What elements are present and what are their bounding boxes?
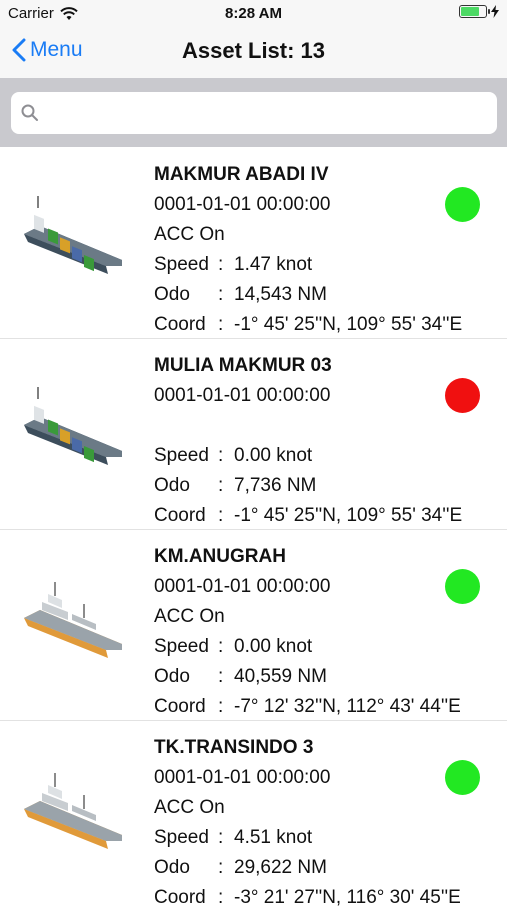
speed-label: Speed [154,445,209,466]
asset-info: MAKMUR ABADI IV 0001-01-01 00:00:00 ACC … [154,160,462,340]
asset-acc-status: ACC On [154,224,225,245]
asset-speed: Speed: 4.51 knot [154,823,461,853]
asset-odo: Odo: 14,543 NM [154,280,462,310]
status-indicator [445,187,480,222]
asset-speed: Speed: 1.47 knot [154,250,462,280]
asset-row[interactable]: KM.ANUGRAH 0001-01-01 00:00:00 ACC On Sp… [0,530,507,721]
asset-speed: Speed: 0.00 knot [154,441,462,471]
odo-label: Odo [154,475,190,496]
coord-value: -7° 12' 32''N, 112° 43' 44''E [234,696,461,717]
asset-row[interactable]: MAKMUR ABADI IV 0001-01-01 00:00:00 ACC … [0,148,507,339]
asset-coord: Coord: -1° 45' 25''N, 109° 55' 34''E [154,310,462,340]
navigation-bar: Menu Asset List: 13 [0,26,507,78]
asset-row[interactable]: MULIA MAKMUR 03 0001-01-01 00:00:00 Spee… [0,339,507,530]
asset-name: MAKMUR ABADI IV [154,164,329,185]
asset-acc-status: ACC On [154,606,225,627]
asset-datetime: 0001-01-01 00:00:00 [154,576,331,597]
container-ship-icon [24,387,122,465]
asset-info: MULIA MAKMUR 03 0001-01-01 00:00:00 Spee… [154,351,462,531]
speed-label: Speed [154,636,209,657]
coord-value: -1° 45' 25''N, 109° 55' 34''E [234,505,463,526]
asset-datetime: 0001-01-01 00:00:00 [154,385,331,406]
asset-speed: Speed: 0.00 knot [154,632,461,662]
speed-value: 4.51 knot [234,827,313,848]
status-indicator [445,378,480,413]
asset-info: KM.ANUGRAH 0001-01-01 00:00:00 ACC On Sp… [154,542,461,722]
search-bar [0,78,507,147]
page-title: Asset List: 13 [181,38,326,63]
speed-value: 0.00 knot [234,445,313,466]
speed-value: 0.00 knot [234,636,313,657]
speed-label: Speed [154,827,209,848]
status-indicator [445,569,480,604]
speed-label: Speed [154,254,209,275]
asset-info: TK.TRANSINDO 3 0001-01-01 00:00:00 ACC O… [154,733,461,913]
asset-name: MULIA MAKMUR 03 [154,355,332,376]
clock: 8:28 AM [225,5,282,22]
charging-icon [491,5,499,18]
odo-value: 40,559 NM [234,666,327,687]
coord-value: -1° 45' 25''N, 109° 55' 34''E [234,314,463,335]
coord-value: -3° 21' 27''N, 116° 30' 45''E [234,887,461,908]
asset-odo: Odo: 29,622 NM [154,853,461,883]
odo-value: 29,622 NM [234,857,327,878]
coord-label: Coord [154,505,206,526]
asset-coord: Coord: -3° 21' 27''N, 116° 30' 45''E [154,883,461,913]
asset-row[interactable]: TK.TRANSINDO 3 0001-01-01 00:00:00 ACC O… [0,721,507,911]
odo-label: Odo [154,666,190,687]
asset-acc-status [154,411,462,441]
asset-name: KM.ANUGRAH [154,546,286,567]
asset-coord: Coord: -1° 45' 25''N, 109° 55' 34''E [154,501,462,531]
odo-value: 7,736 NM [234,475,317,496]
status-bar: Carrier 8:28 AM [0,0,507,26]
speed-value: 1.47 knot [234,254,313,275]
asset-datetime: 0001-01-01 00:00:00 [154,767,331,788]
battery-area [459,5,499,18]
coord-label: Coord [154,887,206,908]
cargo-ship-icon [24,582,122,658]
cargo-ship-icon [24,773,122,849]
asset-odo: Odo: 7,736 NM [154,471,462,501]
search-icon [21,104,38,121]
battery-icon [459,5,490,18]
asset-datetime: 0001-01-01 00:00:00 [154,194,331,215]
odo-value: 14,543 NM [234,284,327,305]
search-box[interactable] [11,92,497,134]
container-ship-icon [24,196,122,274]
odo-label: Odo [154,857,190,878]
coord-label: Coord [154,696,206,717]
asset-name: TK.TRANSINDO 3 [154,737,314,758]
search-input[interactable] [47,98,491,130]
asset-acc-status: ACC On [154,797,225,818]
asset-coord: Coord: -7° 12' 32''N, 112° 43' 44''E [154,692,461,722]
coord-label: Coord [154,314,206,335]
odo-label: Odo [154,284,190,305]
status-indicator [445,760,480,795]
asset-odo: Odo: 40,559 NM [154,662,461,692]
asset-list: MAKMUR ABADI IV 0001-01-01 00:00:00 ACC … [0,148,507,911]
